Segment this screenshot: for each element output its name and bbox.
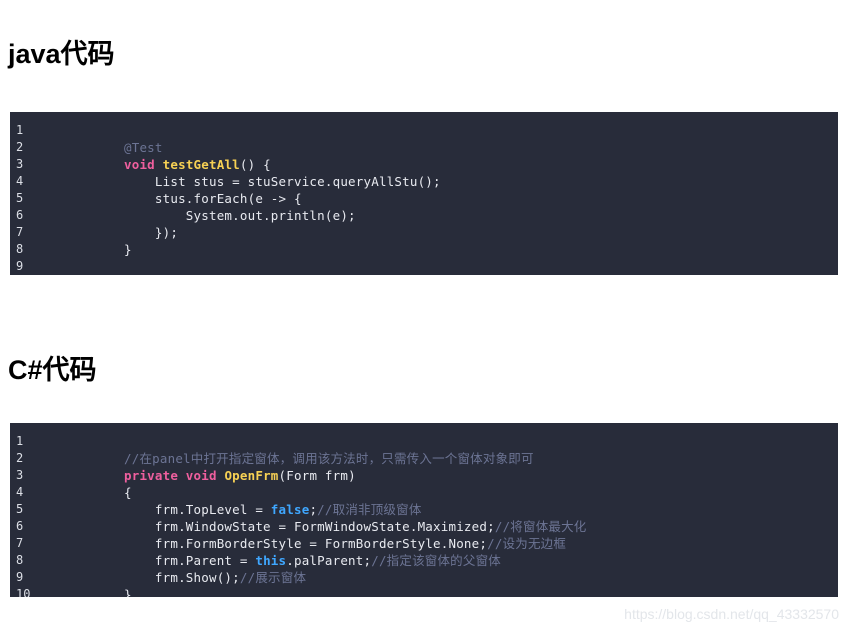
line-number: 7 <box>16 536 24 550</box>
code-token-plain: frm.WindowState = FormWindowState.Maximi… <box>124 519 495 534</box>
line-number: 4 <box>16 485 24 499</box>
code-line: ​ <box>124 258 838 275</box>
code-line: { <box>124 485 132 500</box>
code-token-comment: //指定该窗体的父窗体 <box>371 553 501 568</box>
code-token-plain: .palParent; <box>286 553 372 568</box>
page-title-java: java代码 <box>8 39 115 70</box>
code-token-function: OpenFrm <box>224 468 279 483</box>
line-number: 3 <box>16 157 24 171</box>
line-number: 1 <box>16 123 24 137</box>
code-line: ​ <box>124 122 838 139</box>
code-line: frm.Parent = this.palParent;//指定该窗体的父窗体 <box>124 552 838 569</box>
line-number: 8 <box>16 242 24 256</box>
code-line: System.out.println(e); <box>124 208 356 223</box>
code-token-plain: () { <box>239 157 271 172</box>
code-line: frm.FormBorderStyle = FormBorderStyle.No… <box>124 535 838 552</box>
code-line: ​ <box>124 433 838 450</box>
page-root: java代码 1 2 3 4 5 6 7 8 9 ​ @Test void te… <box>0 0 849 631</box>
line-number: 2 <box>16 140 24 154</box>
code-line: } <box>124 242 132 257</box>
code-token-comment: //在panel中打开指定窗体，调用该方法时，只需传入一个窗体对象即可 <box>124 451 534 466</box>
page-title-csharp: C#代码 <box>8 355 97 386</box>
line-number: 3 <box>16 468 24 482</box>
code-token-comment: //取消非顶级窗体 <box>317 502 422 517</box>
code-token-comment: //展示窗体 <box>239 570 307 585</box>
code-content-csharp[interactable]: ​ //在panel中打开指定窗体，调用该方法时，只需传入一个窗体对象即可 pr… <box>46 423 838 597</box>
line-number: 2 <box>16 451 24 465</box>
line-number: 4 <box>16 174 24 188</box>
code-line: frm.Show();//展示窗体 <box>124 569 838 586</box>
code-line: void testGetAll() { <box>124 156 838 173</box>
line-number: 5 <box>16 191 24 205</box>
code-block-csharp: 1 2 3 4 5 6 7 8 9 10 ​ //在panel中打开指定窗体，调… <box>10 423 838 597</box>
code-token-boolean: false <box>270 502 310 517</box>
code-line: List stus = stuService.queryAllStu(); <box>124 174 441 189</box>
watermark: https://blog.csdn.net/qq_43332570 <box>624 606 839 622</box>
code-content-java[interactable]: ​ @Test void testGetAll() { List stus = … <box>46 112 838 275</box>
code-token-keyword: private void <box>124 468 217 483</box>
code-token-this: this <box>255 553 287 568</box>
code-line: frm.TopLevel = false;//取消非顶级窗体 <box>124 501 838 518</box>
code-line: } <box>124 587 132 597</box>
code-line: frm.WindowState = FormWindowState.Maximi… <box>124 518 838 535</box>
code-token-plain: frm.Show(); <box>124 570 240 585</box>
line-number: 5 <box>16 502 24 516</box>
code-token-plain: frm.TopLevel = <box>124 502 271 517</box>
code-token-comment: //将窗体最大化 <box>494 519 587 534</box>
code-token-comment: //设为无边框 <box>487 536 567 551</box>
line-number: 6 <box>16 519 24 533</box>
line-number-gutter-java: 1 2 3 4 5 6 7 8 9 <box>10 112 46 275</box>
code-token-plain: (Form frm) <box>278 468 356 483</box>
line-number: 6 <box>16 208 24 222</box>
code-token-plain: frm.Parent = <box>124 553 256 568</box>
line-number: 10 <box>16 587 31 597</box>
line-number-gutter-csharp: 1 2 3 4 5 6 7 8 9 10 <box>10 423 46 597</box>
code-token-function: testGetAll <box>162 157 240 172</box>
code-token-keyword: void <box>124 157 155 172</box>
code-line: //在panel中打开指定窗体，调用该方法时，只需传入一个窗体对象即可 <box>124 450 838 467</box>
line-number: 7 <box>16 225 24 239</box>
code-token-annotation: @Test <box>124 140 163 155</box>
code-line: @Test <box>124 139 838 156</box>
code-token-plain: ; <box>309 502 318 517</box>
line-number: 9 <box>16 570 24 584</box>
code-line: stus.forEach(e -> { <box>124 191 302 206</box>
line-number: 9 <box>16 259 24 273</box>
code-line: }); <box>124 225 179 240</box>
line-number: 8 <box>16 553 24 567</box>
code-block-java: 1 2 3 4 5 6 7 8 9 ​ @Test void testGetAl… <box>10 112 838 275</box>
code-token-plain: frm.FormBorderStyle = FormBorderStyle.No… <box>124 536 488 551</box>
line-number: 1 <box>16 434 24 448</box>
code-line: private void OpenFrm(Form frm) <box>124 467 838 484</box>
